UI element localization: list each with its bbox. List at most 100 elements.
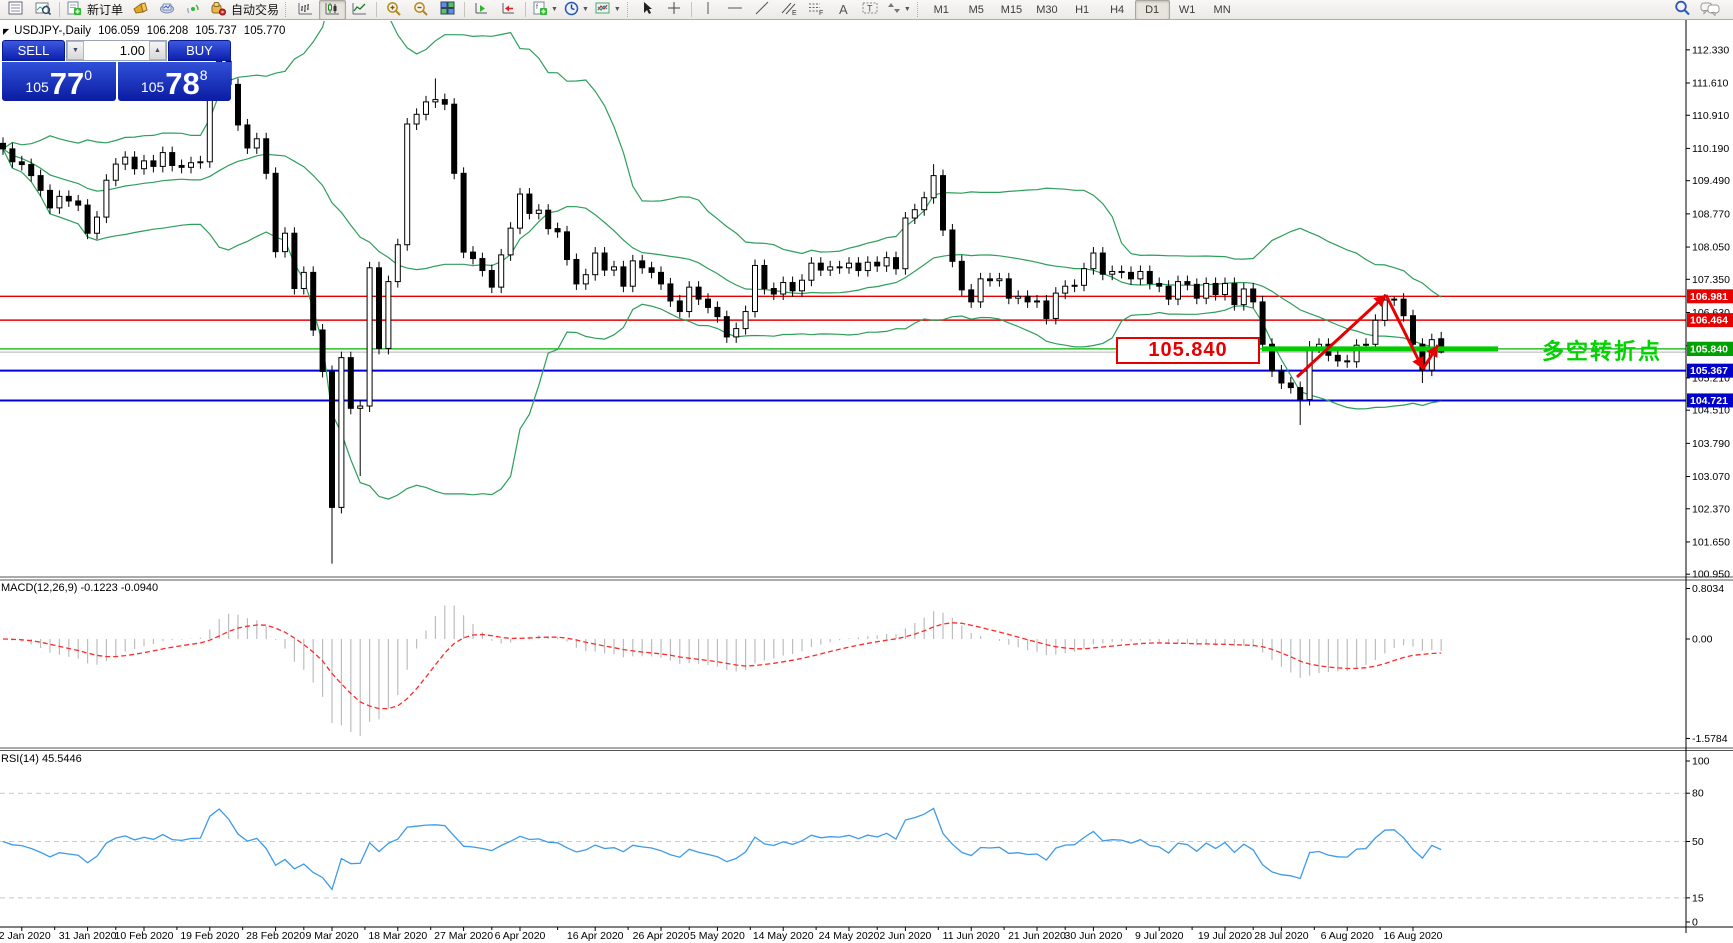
timeframe-button-H4[interactable]: H4: [1100, 0, 1135, 20]
timeframe-button-M5[interactable]: M5: [959, 0, 994, 20]
svg-text:T: T: [867, 4, 873, 14]
templates-button[interactable]: f ▼: [529, 0, 561, 20]
svg-text:109.490: 109.490: [1692, 175, 1730, 187]
timeframe-button-D1[interactable]: D1: [1134, 0, 1170, 20]
indicators-caret-icon: ▼: [613, 6, 621, 13]
search-button[interactable]: [1669, 0, 1696, 20]
equidistant-channel-button[interactable]: E: [776, 0, 803, 20]
day-open: 106.059: [98, 25, 140, 37]
trendline-icon: [755, 1, 769, 18]
buy-button[interactable]: BUY: [168, 40, 231, 61]
price-annotation-box[interactable]: 105.840: [1116, 337, 1260, 364]
text-button[interactable]: A: [830, 0, 857, 20]
horizontal-line-icon: [727, 1, 743, 18]
svg-text:28 Jul 2020: 28 Jul 2020: [1254, 930, 1308, 942]
svg-text:50: 50: [1692, 836, 1704, 848]
new-order-icon: [66, 1, 82, 19]
arrows-icon: [887, 1, 901, 18]
cursor-button[interactable]: [634, 0, 661, 20]
svg-text:27 Mar 2020: 27 Mar 2020: [434, 930, 493, 942]
vertical-line-button[interactable]: [695, 0, 722, 20]
crosshair-button[interactable]: [661, 0, 688, 20]
community-button[interactable]: [1696, 0, 1723, 20]
indicators-button[interactable]: ▼: [592, 0, 624, 20]
svg-text:26 Apr 2020: 26 Apr 2020: [633, 930, 690, 942]
terminal-button[interactable]: [153, 0, 180, 20]
timeframe-button-M15[interactable]: M15: [994, 0, 1029, 20]
sell-price-big: 77: [49, 66, 85, 101]
zoom-out-icon: [413, 1, 429, 19]
svg-text:106.464: 106.464: [1690, 315, 1728, 327]
svg-text:80: 80: [1692, 788, 1704, 800]
auto-scroll-button[interactable]: [468, 0, 495, 20]
svg-text:105.840: 105.840: [1690, 343, 1728, 355]
macd-signal-line: [2, 622, 1442, 710]
templates-caret-icon: ▼: [551, 6, 558, 13]
tile-windows-button[interactable]: [434, 0, 461, 20]
sell-button[interactable]: SELL: [2, 40, 65, 61]
horizontal-line-button[interactable]: [722, 0, 749, 20]
svg-text:100.950: 100.950: [1692, 569, 1730, 581]
news-button[interactable]: [126, 0, 153, 20]
chart-canvas[interactable]: 112.330 111.610 110.910 110.190 109.490 108.7…: [0, 0, 1733, 943]
zoom-out-button[interactable]: [407, 0, 434, 20]
terminal-icon: [159, 1, 175, 18]
svg-text:0: 0: [1692, 917, 1698, 929]
day-close: 105.770: [243, 25, 286, 37]
fibonacci-button[interactable]: F: [803, 0, 830, 20]
bar-chart-button[interactable]: [292, 0, 319, 20]
timeframe-button-H1[interactable]: H1: [1065, 0, 1100, 20]
bars-chart-icon: [298, 1, 313, 18]
profiles-button[interactable]: [29, 0, 56, 20]
zoom-in-button[interactable]: [380, 0, 407, 20]
svg-text:101.650: 101.650: [1692, 536, 1730, 548]
svg-text:105.367: 105.367: [1690, 365, 1728, 377]
svg-text:24 May 2020: 24 May 2020: [819, 930, 880, 942]
lot-decrease-button[interactable]: ▼: [67, 41, 84, 60]
line-chart-icon: [352, 1, 367, 18]
svg-text:110.910: 110.910: [1692, 110, 1729, 122]
buy-price-button[interactable]: 105 78 8: [117, 62, 231, 101]
red-zigzag-arrows[interactable]: [1295, 293, 1440, 379]
periods-icon: [564, 1, 579, 19]
svg-text:31 Jan 2020: 31 Jan 2020: [59, 930, 117, 942]
timeframe-button-M1[interactable]: M1: [924, 0, 959, 20]
text-label-button[interactable]: T: [857, 0, 884, 20]
timeframe-button-M30[interactable]: M30: [1029, 0, 1064, 20]
signals-icon: [186, 1, 202, 18]
timeframe-button-W1[interactable]: W1: [1170, 0, 1205, 20]
svg-text:2 Jun 2020: 2 Jun 2020: [879, 930, 931, 942]
arrows-caret-icon: ▼: [903, 6, 911, 13]
chart-shift-button[interactable]: [495, 0, 522, 20]
buy-price-prefix: 105: [140, 79, 165, 95]
chart-shift-icon: [501, 1, 516, 18]
svg-text:111.610: 111.610: [1692, 77, 1729, 89]
arrows-button[interactable]: ▼: [884, 0, 914, 20]
timeframe-button-MN[interactable]: MN: [1205, 0, 1240, 20]
charts-icon: [8, 1, 23, 18]
candlestick-chart-button[interactable]: [319, 0, 347, 20]
turning-point-annotation[interactable]: 多空转折点: [1542, 334, 1662, 366]
sell-price-button[interactable]: 105 77 0: [2, 62, 116, 101]
pane-separators[interactable]: [0, 576, 1733, 928]
svg-text:30 Jun 2020: 30 Jun 2020: [1064, 930, 1122, 942]
periods-button[interactable]: ▼: [561, 0, 592, 20]
cursor-icon: [641, 1, 653, 18]
autotrade-button[interactable]: 自动交易: [207, 0, 282, 20]
svg-text:103.070: 103.070: [1692, 471, 1730, 483]
svg-text:103.790: 103.790: [1692, 438, 1730, 450]
tile-windows-icon: [440, 1, 455, 18]
trendline-button[interactable]: [749, 0, 776, 20]
lot-size-box: ▼ ▲: [66, 40, 167, 61]
svg-text:107.350: 107.350: [1692, 274, 1730, 286]
lot-increase-button[interactable]: ▲: [149, 41, 166, 60]
charts-window-button[interactable]: [2, 0, 29, 20]
signals-button[interactable]: [180, 0, 207, 20]
svg-text:28 Feb 2020: 28 Feb 2020: [246, 930, 305, 942]
svg-text:9 Jul 2020: 9 Jul 2020: [1135, 930, 1184, 942]
new-order-button[interactable]: 新订单: [63, 0, 126, 20]
one-click-collapse-icon[interactable]: ◤: [3, 27, 9, 36]
day-high: 106.208: [146, 25, 189, 37]
lot-size-input[interactable]: [84, 41, 149, 60]
line-chart-button[interactable]: [346, 0, 373, 20]
